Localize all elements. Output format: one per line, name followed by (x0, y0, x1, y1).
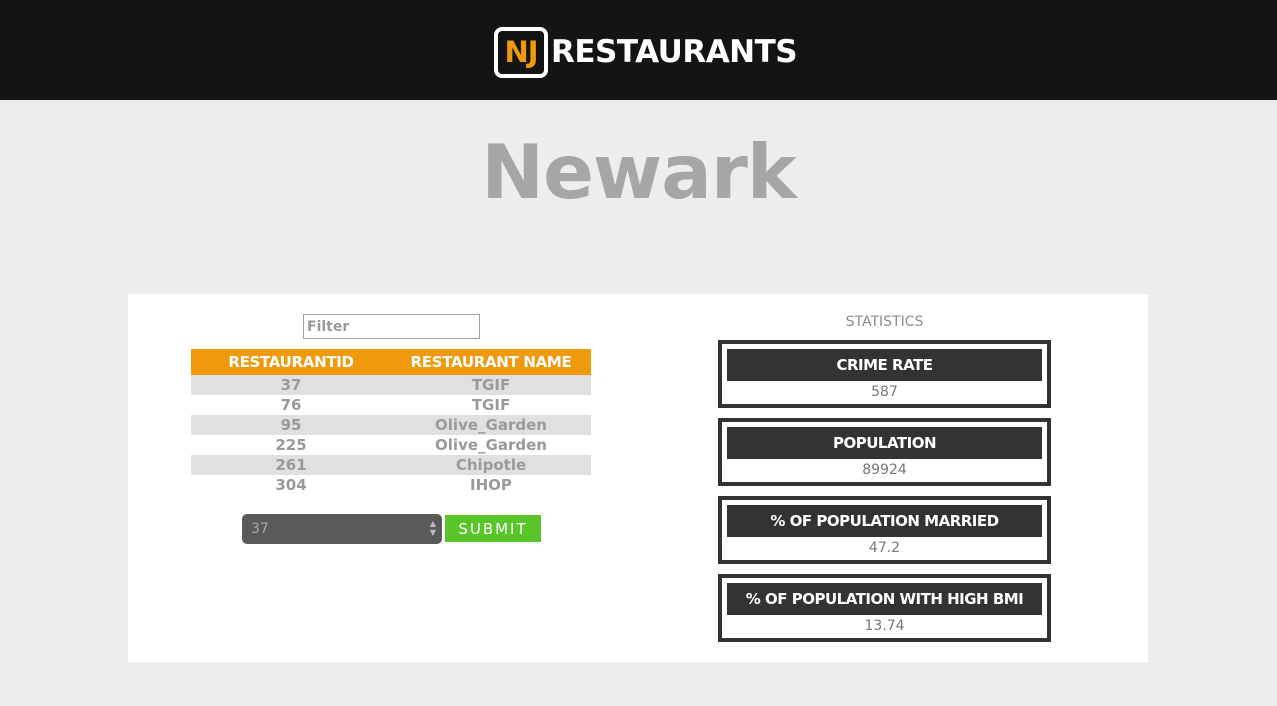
logo-badge: NJ (494, 26, 548, 78)
top-bar: NJ RESTAURANTS (0, 0, 1277, 100)
updown-arrows-icon: ▲ ▼ (429, 519, 436, 537)
cell-restaurant-id: 76 (280, 396, 302, 414)
site-logo[interactable]: NJ RESTAURANTS (494, 26, 798, 78)
stat-card-population: POPULATION 89924 (718, 418, 1051, 486)
cell-restaurant-name: TGIF (471, 396, 511, 414)
stat-value: 89924 (862, 462, 907, 478)
column-header-restaurant-id[interactable]: RESTAURANTID (191, 349, 391, 375)
cell-restaurant-name: IHOP (470, 476, 512, 494)
cell-restaurant-name: Olive_Garden (391, 415, 591, 435)
table-row[interactable]: 76 TGIF (191, 395, 591, 415)
table-row[interactable]: 261 Chipotle (191, 455, 591, 475)
stat-label: POPULATION (727, 427, 1042, 459)
cell-restaurant-name: Olive_Garden (435, 436, 547, 454)
stat-card-married: % OF POPULATION MARRIED 47.2 (718, 496, 1051, 564)
stat-label: CRIME RATE (727, 349, 1042, 381)
table-row[interactable]: 225 Olive_Garden (191, 435, 591, 455)
stat-value: 587 (871, 384, 898, 400)
stat-card-high-bmi: % OF POPULATION WITH HIGH BMI 13.74 (718, 574, 1051, 642)
cell-restaurant-name: TGIF (391, 375, 591, 395)
restaurant-id-select[interactable]: 37 ▲ ▼ (242, 514, 442, 544)
table-header-row: RESTAURANTID RESTAURANT NAME (191, 349, 591, 375)
stat-label: % OF POPULATION MARRIED (727, 505, 1042, 537)
statistics-heading: STATISTICS (845, 314, 924, 330)
cell-restaurant-id: 95 (191, 415, 391, 435)
stat-label: % OF POPULATION WITH HIGH BMI (727, 583, 1042, 615)
filter-input[interactable] (303, 314, 480, 339)
submit-button[interactable]: SUBMIT (445, 515, 541, 542)
cell-restaurant-name: Chipotle (391, 455, 591, 475)
table-row[interactable]: 95 Olive_Garden (191, 415, 591, 435)
cell-restaurant-id: 37 (191, 375, 391, 395)
select-value: 37 (251, 521, 269, 537)
stat-value: 47.2 (868, 540, 901, 556)
table-row[interactable]: 37 TGIF (191, 375, 591, 395)
page-title: Newark (481, 128, 796, 216)
column-header-restaurant-name[interactable]: RESTAURANT NAME (391, 349, 591, 375)
logo-text: RESTAURANTS (551, 34, 798, 70)
restaurant-table: RESTAURANTID RESTAURANT NAME 37 TGIF 76 … (191, 349, 591, 495)
cell-restaurant-id: 304 (275, 476, 307, 494)
table-row[interactable]: 304 IHOP (191, 475, 591, 495)
stat-value: 13.74 (864, 618, 905, 634)
cell-restaurant-id: 225 (275, 436, 307, 454)
cell-restaurant-id: 261 (191, 455, 391, 475)
content-panel: RESTAURANTID RESTAURANT NAME 37 TGIF 76 … (128, 294, 1148, 662)
stat-card-crime-rate: CRIME RATE 587 (718, 340, 1051, 408)
